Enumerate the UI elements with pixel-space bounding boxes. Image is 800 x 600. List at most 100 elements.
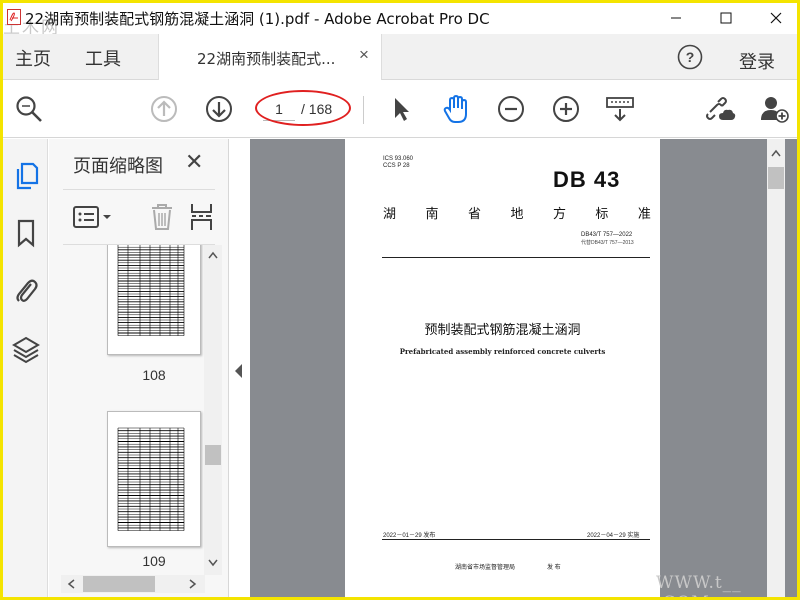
issue-word: 发 布 — [547, 565, 561, 571]
plus-circle-icon — [553, 96, 579, 122]
close-window-button[interactable] — [753, 3, 797, 33]
acrobat-window: 土木网 22湖南预制装配式钢筋混凝土涵洞 (1).pdf - Adobe Acr… — [3, 3, 797, 597]
add-user-button[interactable] — [758, 93, 790, 125]
page-number-input[interactable] — [263, 97, 295, 121]
replaces-standard: 代替DB43/T 757—2013 — [581, 240, 634, 246]
share-link-button[interactable] — [705, 93, 737, 125]
title-bar: 土木网 22湖南预制装配式钢筋混凝土涵洞 (1).pdf - Adobe Acr… — [3, 3, 797, 38]
thumbnail-list: 108 109 — [49, 245, 229, 575]
issuer: 湖南省市场监督管理局 — [455, 565, 516, 571]
options-list-icon[interactable] — [73, 204, 113, 230]
footer-rule — [382, 539, 650, 540]
province-standard-heading: 湖 南 省 地 方 标 准 — [383, 203, 651, 222]
heading-char: 方 — [552, 207, 566, 222]
search-icon — [16, 96, 42, 122]
toolbar-divider — [363, 96, 364, 124]
collapse-panel-icon[interactable] — [231, 361, 247, 381]
close-panel-icon[interactable]: ✕ — [185, 149, 203, 175]
thumbnail-108-content — [117, 245, 185, 336]
heading-char: 标 — [595, 207, 609, 222]
arrow-down-circle-icon — [206, 96, 232, 122]
thumbnail-label-108: 108 — [142, 367, 166, 383]
doc-scroll-up-icon[interactable] — [771, 149, 781, 157]
next-page-button[interactable] — [203, 93, 235, 125]
window-title: 22湖南预制装配式钢筋混凝土涵洞 (1).pdf - Adobe Acrobat… — [25, 10, 490, 28]
pdf-page: ICS 93.060 CCS P 28 DB 43 湖 南 省 地 方 标 准 … — [345, 139, 660, 597]
help-icon[interactable]: ? — [677, 44, 703, 70]
arrow-up-circle-icon — [151, 96, 177, 122]
home-tab[interactable]: 主页 — [15, 45, 51, 71]
bookmark-icon — [17, 219, 35, 248]
page-display-button[interactable] — [604, 93, 636, 125]
cursor-arrow-icon — [395, 98, 409, 121]
scroll-right-arrow-icon[interactable] — [189, 579, 197, 589]
horizontal-scroll-thumb[interactable] — [83, 576, 155, 592]
menu-bar: 主页 工具 22湖南预制装配式... × ? 登录 — [3, 34, 797, 80]
login-button[interactable]: 登录 — [739, 48, 775, 74]
hand-tool-button[interactable] — [440, 93, 472, 125]
layers-icon — [12, 336, 40, 364]
maximize-icon — [720, 12, 732, 24]
minimize-button[interactable] — [653, 3, 699, 33]
heading-char: 湖 — [383, 207, 397, 222]
zoom-out-button[interactable] — [495, 93, 527, 125]
document-scroll-thumb[interactable] — [768, 167, 784, 189]
minimize-icon — [671, 17, 681, 19]
link-cloud-icon — [706, 97, 736, 120]
add-user-icon — [761, 97, 789, 123]
document-view[interactable]: ICS 93.060 CCS P 28 DB 43 湖 南 省 地 方 标 准 … — [250, 139, 797, 597]
panel-title: 页面缩略图 — [73, 156, 163, 177]
select-tool-button[interactable] — [385, 93, 417, 125]
bookmarks-button[interactable] — [11, 218, 41, 248]
thumbnail-page-108[interactable] — [107, 245, 201, 355]
attachments-button[interactable] — [11, 275, 41, 305]
delete-icon[interactable] — [149, 202, 175, 232]
page-total: / 168 — [301, 101, 333, 117]
heading-char: 地 — [510, 207, 524, 222]
toolbar: / 168 — [3, 80, 797, 138]
close-tab-icon[interactable]: × — [359, 45, 369, 65]
acrobat-app-icon — [7, 9, 21, 25]
keyboard-scroll-icon — [606, 97, 634, 122]
svg-text:?: ? — [686, 49, 695, 65]
thumbnail-109-content — [117, 427, 185, 531]
thumbnail-table — [117, 245, 185, 336]
page-thumbnails-button[interactable] — [11, 161, 41, 191]
thumbnail-tools — [63, 189, 215, 245]
paperclip-icon — [16, 279, 38, 302]
scroll-left-arrow-icon[interactable] — [67, 579, 75, 589]
left-navigation-rail — [3, 139, 48, 597]
tools-tab[interactable]: 工具 — [85, 45, 121, 71]
thumbnail-scroll-thumb[interactable] — [205, 445, 221, 465]
header-rule — [382, 257, 650, 258]
document-tab-label: 22湖南预制装配式... — [197, 50, 336, 68]
thumbnail-page-109[interactable] — [107, 411, 201, 547]
watermark-bottom: WWW.t__ .COM — [656, 573, 742, 597]
scroll-up-arrow-icon[interactable] — [208, 251, 218, 259]
layers-button[interactable] — [11, 335, 41, 365]
thumbnail-horizontal-scrollbar[interactable] — [61, 575, 205, 593]
close-icon — [770, 12, 782, 24]
document-title-cn: 预制装配式钢筋混凝土涵洞 — [424, 323, 581, 338]
standard-number: DB43/T 757—2022 — [581, 232, 633, 238]
page-navigator: / 168 — [263, 97, 341, 123]
page-thumbnails-icon — [16, 162, 39, 190]
document-tab[interactable]: 22湖南预制装配式... × — [158, 34, 382, 80]
document-title-en: Prefabricated assembly reinforced concre… — [399, 347, 606, 356]
heading-char: 省 — [467, 207, 481, 222]
thumbnails-panel: 页面缩略图 ✕ 108 109 — [49, 139, 229, 597]
document-vertical-scrollbar[interactable] — [767, 139, 785, 597]
previous-page-button[interactable] — [148, 93, 180, 125]
heading-char: 南 — [425, 207, 439, 222]
extract-page-icon[interactable] — [189, 202, 215, 232]
scroll-down-arrow-icon[interactable] — [208, 559, 218, 567]
thumbnail-vertical-scrollbar[interactable] — [204, 245, 222, 575]
maximize-button[interactable] — [703, 3, 749, 33]
db-label: DB 43 — [553, 167, 621, 192]
thumbnail-label-109: 109 — [142, 553, 166, 569]
ccs-code: CCS P 28 — [383, 163, 410, 169]
minus-circle-icon — [498, 96, 524, 122]
thumbnail-table — [117, 427, 185, 531]
zoom-in-button[interactable] — [550, 93, 582, 125]
find-button[interactable] — [13, 93, 45, 125]
